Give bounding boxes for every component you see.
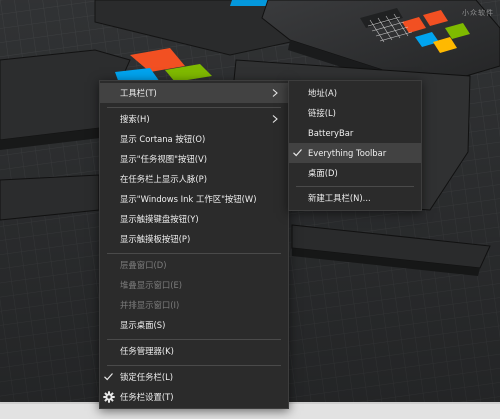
menu-item-label: 链接(L) xyxy=(308,108,336,118)
menu-item-label: 显示"Windows Ink 工作区"按钮(W) xyxy=(120,194,257,204)
menu-item-label: 任务管理器(K) xyxy=(120,346,174,356)
watermark: 小众软件 xyxy=(462,9,494,17)
menu-item-label: 显示"任务视图"按钮(V) xyxy=(120,154,207,164)
menu-item-show-desktop[interactable]: 显示桌面(S) xyxy=(100,315,288,335)
submenu-item-new-toolbar[interactable]: 新建工具栏(N)... xyxy=(289,188,421,208)
menu-item-label: 层叠窗口(D) xyxy=(120,260,167,270)
menu-item-show-touch-keyboard[interactable]: 显示触摸键盘按钮(Y) xyxy=(100,209,288,229)
menu-item-label: 桌面(D) xyxy=(308,168,338,178)
chevron-right-icon xyxy=(272,115,278,123)
menu-item-stacked: 堆叠显示窗口(E) xyxy=(100,275,288,295)
menu-item-label: 显示触摸板按钮(P) xyxy=(120,234,191,244)
menu-item-label: 地址(A) xyxy=(308,88,338,98)
submenu-item-desktop[interactable]: 桌面(D) xyxy=(289,163,421,183)
menu-item-label: 显示桌面(S) xyxy=(120,320,166,330)
menu-item-label: 搜索(H) xyxy=(120,114,150,124)
checkmark-icon xyxy=(293,149,302,157)
menu-item-label: 显示 Cortana 按钮(O) xyxy=(120,134,206,144)
menu-item-show-cortana[interactable]: 显示 Cortana 按钮(O) xyxy=(100,129,288,149)
menu-item-label: 新建工具栏(N)... xyxy=(308,193,371,203)
menu-item-toolbars[interactable]: 工具栏(T) xyxy=(100,83,288,103)
gear-icon xyxy=(103,391,115,403)
submenu-item-links[interactable]: 链接(L) xyxy=(289,103,421,123)
menu-item-task-manager[interactable]: 任务管理器(K) xyxy=(100,341,288,361)
chevron-right-icon xyxy=(272,89,278,97)
submenu-item-batterybar[interactable]: BatteryBar xyxy=(289,123,421,143)
taskbar-context-menu: 工具栏(T) 搜索(H) 显示 Cortana 按钮(O) 显示"任务视图"按钮… xyxy=(99,80,289,409)
menu-item-show-touchpad[interactable]: 显示触摸板按钮(P) xyxy=(100,229,288,249)
menu-item-label: Everything Toolbar xyxy=(308,148,387,158)
menu-item-label: 显示触摸键盘按钮(Y) xyxy=(120,214,199,224)
menu-separator xyxy=(296,186,414,187)
menu-separator xyxy=(107,107,281,108)
menu-item-label: 任务栏设置(T) xyxy=(120,392,174,402)
checkmark-icon xyxy=(104,373,113,381)
menu-item-label: 在任务栏上显示人脉(P) xyxy=(120,174,207,184)
menu-item-show-people[interactable]: 在任务栏上显示人脉(P) xyxy=(100,169,288,189)
menu-item-cascade: 层叠窗口(D) xyxy=(100,255,288,275)
menu-item-label: BatteryBar xyxy=(308,128,354,138)
toolbars-submenu: 地址(A) 链接(L) BatteryBar Everything Toolba… xyxy=(288,80,422,211)
menu-item-show-task-view[interactable]: 显示"任务视图"按钮(V) xyxy=(100,149,288,169)
menu-separator xyxy=(107,365,281,366)
menu-item-label: 工具栏(T) xyxy=(120,88,157,98)
menu-item-taskbar-settings[interactable]: 任务栏设置(T) xyxy=(100,387,288,407)
menu-item-lock-taskbar[interactable]: 锁定任务栏(L) xyxy=(100,367,288,387)
submenu-item-everything-toolbar[interactable]: Everything Toolbar xyxy=(289,143,421,163)
menu-item-search[interactable]: 搜索(H) xyxy=(100,109,288,129)
menu-separator xyxy=(107,339,281,340)
menu-item-label: 堆叠显示窗口(E) xyxy=(120,280,183,290)
submenu-item-address[interactable]: 地址(A) xyxy=(289,83,421,103)
menu-item-show-ink[interactable]: 显示"Windows Ink 工作区"按钮(W) xyxy=(100,189,288,209)
menu-item-label: 锁定任务栏(L) xyxy=(120,372,174,382)
menu-item-label: 并排显示窗口(I) xyxy=(120,300,180,310)
menu-item-side-by-side: 并排显示窗口(I) xyxy=(100,295,288,315)
menu-separator xyxy=(107,253,281,254)
